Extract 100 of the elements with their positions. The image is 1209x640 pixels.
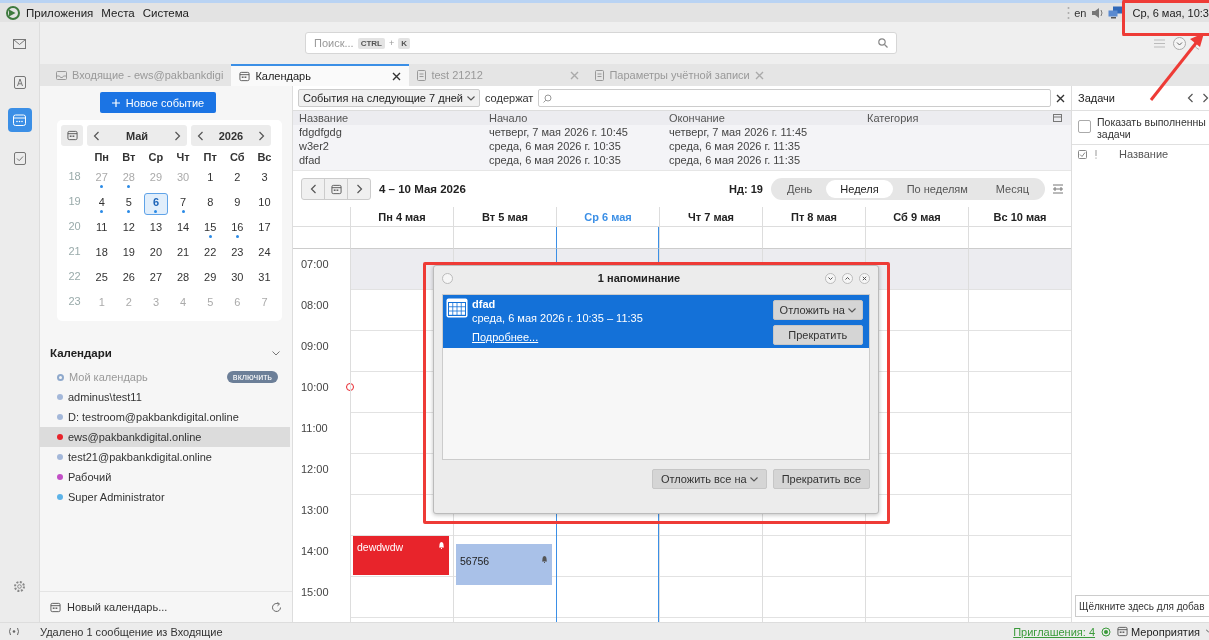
column-header[interactable]: Начало (489, 112, 669, 124)
layout-settings-icon[interactable] (1053, 184, 1063, 194)
calendar-item[interactable]: D: testroom@pakbankdigital.online (40, 407, 292, 427)
next-year-icon[interactable] (258, 130, 265, 141)
column-header[interactable]: Название (1119, 148, 1203, 160)
chevron-down-icon[interactable] (272, 350, 280, 356)
view-tab[interactable]: День (772, 180, 827, 198)
minimize-icon[interactable] (1173, 36, 1186, 50)
next-icon[interactable] (1202, 93, 1209, 103)
menu-item[interactable]: Места (99, 6, 137, 19)
network-monitor-icon[interactable] (1108, 6, 1125, 19)
calendar-day[interactable]: 10 (252, 193, 276, 215)
calendar-day[interactable]: 9 (225, 193, 249, 215)
calendar-day[interactable]: 20 (144, 243, 168, 265)
tasks-icon[interactable] (13, 151, 26, 165)
calendar-day[interactable]: 31 (252, 268, 276, 290)
calendar-day[interactable]: 1 (198, 168, 222, 190)
previous-week-icon[interactable] (309, 184, 317, 194)
enable-button[interactable]: включить (226, 371, 278, 383)
next-month-icon[interactable] (174, 130, 181, 141)
close-icon[interactable] (859, 272, 870, 284)
snooze-all-button[interactable]: Отложить все на (651, 469, 767, 489)
today-icon[interactable] (330, 183, 342, 195)
calendar-day[interactable]: 15 (198, 218, 222, 240)
calendar-icon[interactable] (13, 114, 26, 126)
previous-year-icon[interactable] (197, 130, 204, 141)
calendar-day[interactable]: 29 (198, 268, 222, 290)
refresh-icon[interactable] (271, 601, 282, 613)
calendar-day[interactable]: 23 (225, 243, 249, 265)
menu-item[interactable]: Приложения (24, 6, 96, 19)
details-link[interactable]: Подробнее... (472, 331, 769, 343)
calendar-day[interactable]: 4 (90, 193, 114, 215)
snooze-button[interactable]: Отложить на (772, 300, 863, 320)
view-tab[interactable]: По неделям (892, 180, 982, 198)
calendar-day[interactable]: 7 (171, 193, 195, 215)
reminder-item[interactable]: dfad среда, 6 мая 2026 г. 10:35 – 11:35 Подробнее... Отложить на Прекратить (443, 295, 869, 348)
calendar-day[interactable]: 28 (171, 268, 195, 290)
calendar-day[interactable]: 22 (198, 243, 222, 265)
view-tab[interactable]: Неделя (826, 180, 893, 198)
calendar-item[interactable]: adminus\test11 (40, 387, 292, 407)
calendar-day[interactable]: 16 (225, 218, 249, 240)
checkbox-label[interactable]: Показать выполненны задачи (1097, 116, 1209, 140)
calendar-item[interactable]: ews@pakbankdigital.online (40, 427, 290, 447)
calendar-item[interactable]: Мой календарь включить (40, 367, 292, 387)
previous-icon[interactable] (1187, 93, 1194, 103)
calendar-day[interactable]: 3 (252, 168, 276, 190)
calendar-day[interactable]: 2 (225, 168, 249, 190)
column-header[interactable]: Название (299, 112, 489, 124)
search-field[interactable]: Поиск... CTRL + K (305, 32, 897, 54)
keyboard-layout-indicator[interactable]: en (1074, 6, 1087, 19)
new-event-button[interactable]: Новое событие (99, 92, 217, 113)
menu-item[interactable]: Система (140, 6, 191, 19)
minimize-icon[interactable] (825, 272, 836, 284)
settings-icon[interactable] (13, 579, 26, 593)
calendar-day[interactable]: 17 (252, 218, 276, 240)
calendar-day[interactable]: 8 (198, 193, 222, 215)
range-dropdown[interactable]: События на следующие 7 дней (298, 89, 480, 107)
previous-month-icon[interactable] (93, 130, 100, 141)
events-menu[interactable]: Мероприятия (1117, 625, 1200, 638)
calendar-day[interactable]: 18 (90, 243, 114, 265)
column-header[interactable]: Окончание (669, 112, 867, 124)
quick-add-field[interactable]: Щёлкните здесь для добав (1075, 595, 1209, 617)
calendar-day[interactable]: 14 (171, 218, 195, 240)
checkbox[interactable] (1078, 120, 1091, 133)
calendar-day[interactable]: 30 (225, 268, 249, 290)
clock[interactable]: Ср, 6 мая, 10:3 (1128, 6, 1209, 19)
close-icon[interactable] (1056, 93, 1065, 103)
calendar-day[interactable]: 12 (117, 218, 141, 240)
next-week-icon[interactable] (355, 184, 363, 194)
new-calendar-link[interactable]: Новый календарь... (67, 601, 265, 613)
close-icon[interactable] (392, 71, 402, 81)
column-header[interactable]: Категория (867, 112, 1053, 124)
calendar-day[interactable]: 13 (144, 218, 168, 240)
reminder-title: dfad (472, 298, 497, 310)
dismiss-button[interactable]: Прекратить (772, 325, 863, 345)
column-picker-icon[interactable] (1053, 114, 1062, 122)
dismiss-all-button[interactable]: Прекратить все (772, 469, 870, 489)
calendar-day[interactable]: 24 (252, 243, 276, 265)
address-book-icon[interactable] (13, 75, 26, 89)
calendar-item[interactable]: test21@pakbankdigital.online (40, 447, 292, 467)
event-block[interactable]: 56756 (456, 544, 552, 586)
view-tab[interactable]: Месяц (981, 180, 1043, 198)
tab[interactable]: Календарь (231, 64, 410, 86)
filter-field[interactable] (538, 89, 1051, 107)
today-icon[interactable] (66, 130, 78, 141)
calendar-day[interactable]: 6 (144, 193, 168, 215)
event-block[interactable]: dewdwdw (353, 536, 449, 575)
calendar-item[interactable]: Super Administrator (40, 487, 292, 507)
calendar-day[interactable]: 11 (90, 218, 114, 240)
calendar-day[interactable]: 19 (117, 243, 141, 265)
calendar-day[interactable]: 5 (117, 193, 141, 215)
calendar-day[interactable]: 25 (90, 268, 114, 290)
speaker-icon[interactable] (1090, 5, 1105, 20)
calendar-day[interactable]: 26 (117, 268, 141, 290)
maximize-icon[interactable] (842, 272, 853, 284)
calendars-heading: Календари (50, 347, 112, 359)
calendar-day[interactable]: 27 (144, 268, 168, 290)
mail-icon[interactable] (13, 39, 26, 49)
calendar-item[interactable]: Рабочий (40, 467, 292, 487)
calendar-day[interactable]: 21 (171, 243, 195, 265)
